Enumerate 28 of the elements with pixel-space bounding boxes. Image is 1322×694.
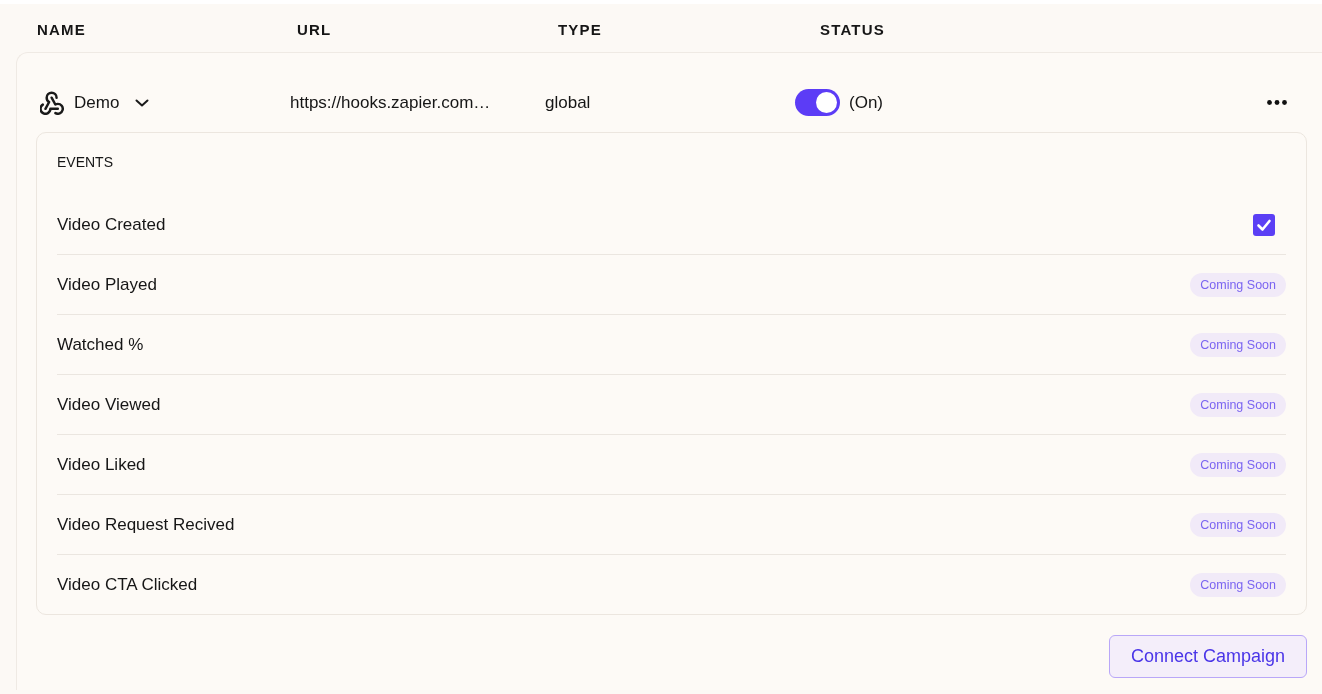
more-icon[interactable] [1267,100,1287,105]
event-label: Video Created [57,213,166,236]
column-header: STATUS [820,21,885,40]
status-badge: Coming Soon [1190,512,1286,537]
status-badge: Coming Soon [1190,452,1286,477]
event-label: Watched % [57,333,144,356]
status-badge: Coming Soon [1190,572,1286,597]
column-header: TYPE [558,21,602,40]
status-badge: Coming Soon [1190,332,1286,357]
status-toggle[interactable] [795,89,840,116]
event-label: Video Played [57,273,157,296]
event-label: Video Liked [57,453,146,476]
webhook-name: Demo [74,91,120,114]
webhook-url: https://hooks.zapier.com… [290,91,491,114]
webhook-icon [40,90,64,115]
events-heading: EVENTS [57,153,113,171]
chevron-down-icon[interactable] [135,98,150,107]
column-header: URL [297,21,332,40]
event-label: Video CTA Clicked [57,573,198,596]
webhook-type: global [545,91,591,114]
event-label: Video Viewed [57,393,161,416]
column-header: NAME [37,21,86,40]
status-badge: Coming Soon [1190,392,1286,417]
event-label: Video Request Recived [57,513,235,536]
connect-campaign-button[interactable]: Connect Campaign [1109,635,1307,678]
status-label: (On) [849,91,883,114]
status-badge: Coming Soon [1190,272,1286,297]
event-checkbox[interactable] [1253,213,1275,236]
